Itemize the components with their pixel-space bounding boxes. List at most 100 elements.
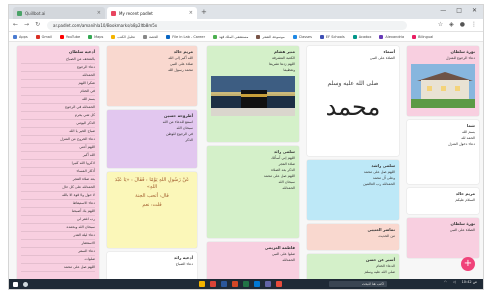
post-card[interactable]: منير هشام الكعبة المشرفة اللهم زدها تشري… <box>207 46 299 142</box>
bookmark-label: Maps <box>94 34 104 39</box>
bookmark-label: مستشفى الملك فهد <box>219 34 249 39</box>
file-explorer-icon[interactable] <box>199 281 205 287</box>
post-line: اللهم صل على محمد <box>263 174 295 178</box>
bookmark-11[interactable]: Acadox <box>352 34 371 39</box>
post-title: مريم خالد <box>173 49 193 54</box>
post-card[interactable]: أدعية سلطان بالمتحف من الصباح دعاء الرجو… <box>17 46 99 281</box>
bookmark-9[interactable]: Classes <box>292 34 312 39</box>
post-card[interactable]: أطروحة حسين اسمع للدعاء من الله سبحان ال… <box>107 110 197 168</box>
post-card[interactable]: نورة سلطان الصلاة على النبي <box>407 218 479 258</box>
bookmark-12[interactable]: Alexandria <box>379 34 404 39</box>
post-line: اللهم صل على محمد <box>21 264 95 272</box>
post-card[interactable]: سلمى رائد اللهم إني أسألك صلاة الفجر الذ… <box>207 146 299 238</box>
wifi-icon[interactable]: ◠ <box>444 280 447 284</box>
post-title: تماضر العتيبي <box>367 227 395 232</box>
excel-icon[interactable] <box>243 281 249 287</box>
post-line: رب اغفر لي <box>21 216 95 224</box>
reload-icon[interactable]: ↻ <box>35 21 40 28</box>
chrome-icon[interactable] <box>210 281 216 287</box>
post-line: الصلاة على النبي <box>449 228 475 232</box>
minimize-button[interactable]: — <box>440 7 446 14</box>
post-line: صلوا على النبي <box>272 252 295 256</box>
post-line: الذكر <box>185 138 193 142</box>
bookmark-youtube[interactable]: YouTube <box>59 34 80 39</box>
post-card[interactable]: مريم خالد الله أكبر إلى الله صلاة على ال… <box>107 46 197 106</box>
word-icon[interactable] <box>221 281 227 287</box>
edge-icon[interactable] <box>254 281 260 287</box>
house-image <box>411 64 475 108</box>
app-icon[interactable] <box>276 281 282 287</box>
add-post-button[interactable]: + <box>461 257 475 271</box>
windows-start-icon[interactable] <box>13 281 18 287</box>
star-icon[interactable]: ☆ <box>438 21 443 28</box>
close-window-button[interactable]: ✕ <box>472 7 477 14</box>
close-tab-icon[interactable]: × <box>97 10 101 16</box>
post-line: دعاء الصباح <box>175 262 193 266</box>
bookmark-gmail[interactable]: Gmail <box>35 34 52 39</box>
post-card[interactable]: أسير عن حسن الدعاء الختام صلى الله عليه … <box>307 254 399 281</box>
hadith-line: قلت: نعم <box>142 202 162 208</box>
post-line: صباح الخير يا الله <box>21 128 95 136</box>
post-card[interactable]: فاطمة الغزيمي صلوا على النبي الحمدلله <box>207 242 299 281</box>
bookmark-icon <box>213 34 218 39</box>
post-card[interactable]: شما بسم الله الحمد لله دعاء دخول المنزل <box>407 120 479 184</box>
post-line: في الختام <box>21 88 95 96</box>
bookmark-7[interactable]: مستشفى الملك فهد <box>213 34 249 39</box>
post-line: الحمدلله رب العالمين <box>363 182 395 186</box>
system-tray: ◠ ◁ 10:42 ص <box>444 280 477 284</box>
post-line: صلوات <box>21 256 95 264</box>
bookmark-4[interactable]: تحليل الكتب <box>111 34 135 39</box>
clock-time[interactable]: 10:42 ص <box>462 280 477 284</box>
bookmark-5[interactable]: الحصة <box>143 34 159 39</box>
url-input[interactable]: ar.padlet.com/amanihla10/Bookmarks/o8p2l… <box>47 21 407 30</box>
post-line: محمد رسول الله <box>168 68 193 72</box>
bookmark-icon <box>352 34 357 39</box>
menu-icon[interactable]: ⋮ <box>471 21 477 28</box>
tab-padlet[interactable]: My recent padlet × <box>107 7 197 19</box>
post-line: شكرا اللهم <box>21 80 95 88</box>
post-line: الذكر اليومي <box>21 120 95 128</box>
address-bar-row: ← → ↻ ar.padlet.com/amanihla10/Bookmarks… <box>9 19 483 32</box>
teams-icon[interactable] <box>265 281 271 287</box>
bookmark-icon <box>143 34 148 39</box>
bookmark-6[interactable]: File in Lab - Career <box>166 34 206 39</box>
powerpoint-icon[interactable] <box>232 281 238 287</box>
bookmark-maps[interactable]: Maps <box>88 34 104 39</box>
extensions-icon[interactable]: ◈ <box>449 21 454 28</box>
post-title: نورة سلطان <box>450 49 475 54</box>
tab-bar: Quillbot.ai × My recent padlet × + — □ ✕ <box>9 5 483 19</box>
post-title: أطروحة حسين <box>164 113 193 118</box>
post-line: اسمع للدعاء من الله <box>162 120 193 124</box>
new-tab-button[interactable]: + <box>201 8 207 16</box>
bookmark-label: الحصة <box>149 34 159 39</box>
back-arrow-icon[interactable]: ← <box>13 21 18 28</box>
forward-arrow-icon[interactable]: → <box>24 21 29 28</box>
post-card[interactable]: نورة سلطان دعاء الرجوع للمنزل <box>407 46 479 116</box>
post-card[interactable]: أسماء الصلاة على النبي صلى الله عليه وسل… <box>307 46 399 156</box>
post-line: بعد صلاة الفجر <box>21 176 95 184</box>
nav-buttons: ← → ↻ <box>13 21 40 28</box>
post-line: الحمدلله <box>282 258 295 262</box>
toolbar-icons: ☆ ◈ ● ⋮ <box>438 21 477 28</box>
bookmark-label: File in Lab - Career <box>172 34 206 39</box>
post-card[interactable]: سلمى راشد اللهم صل على محمد وعلى آل محمد… <box>307 160 399 220</box>
bookmark-apps[interactable]: Apps <box>13 34 28 39</box>
bookmark-10[interactable]: EF Schools <box>319 34 345 39</box>
profile-icon[interactable]: ● <box>460 21 465 28</box>
close-tab-icon[interactable]: × <box>189 10 193 16</box>
task-view-icon[interactable] <box>23 281 28 287</box>
post-card[interactable]: تماضر العتيبي من الحديث <box>307 224 399 250</box>
bookmark-13[interactable]: Bilingual <box>412 34 433 39</box>
post-card[interactable]: عَنْ رَسُولِ اللهِ يَوْمًا : فَقَالَ : «… <box>107 172 197 248</box>
post-line: الصلاة على النبي <box>369 56 395 60</box>
post-line: بسم الله <box>462 130 475 134</box>
maximize-button[interactable]: □ <box>456 7 462 14</box>
post-line: دعاء السفر <box>21 248 95 256</box>
post-title: فاطمة الغزيمي <box>264 245 295 250</box>
taskbar-search-input[interactable]: اكتب هنا للبحث <box>329 281 387 287</box>
tab-quillbot[interactable]: Quillbot.ai × <box>13 7 105 19</box>
post-card[interactable]: مريم خالد السلام عليكم <box>407 188 479 214</box>
volume-icon[interactable]: ◁ <box>453 280 456 284</box>
bookmark-8[interactable]: موسوعة الشعر <box>256 34 285 39</box>
post-card[interactable]: أدعية رائد دعاء الصباح <box>107 252 197 281</box>
